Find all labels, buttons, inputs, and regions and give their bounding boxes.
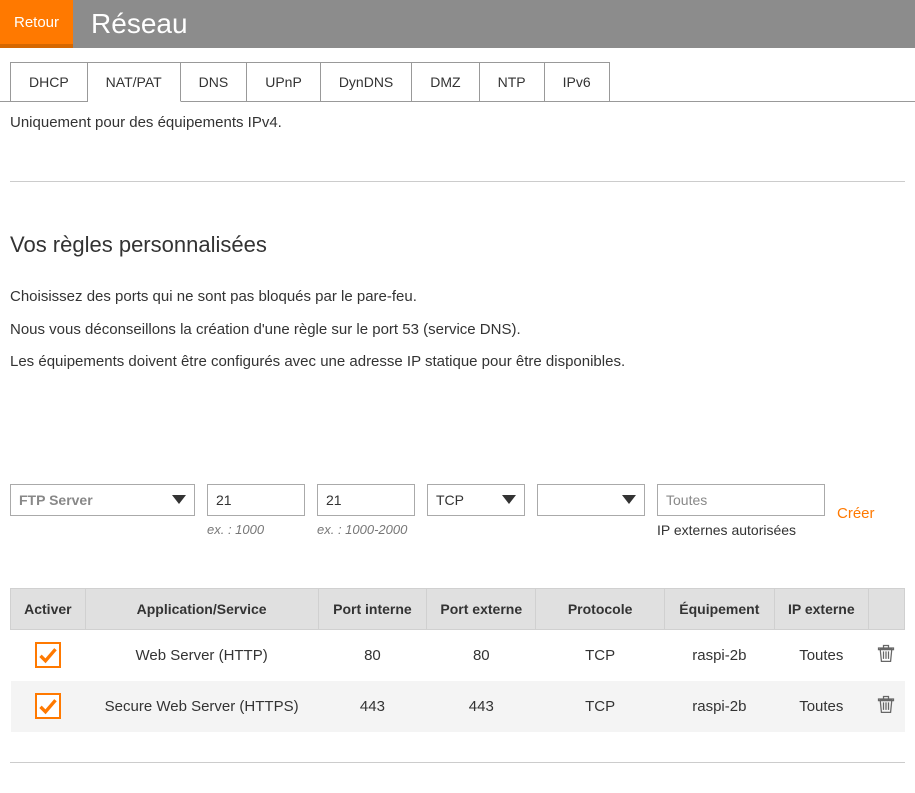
- tab-ipv6[interactable]: IPv6: [545, 62, 610, 102]
- rules-table: Activer Application/Service Port interne…: [10, 588, 905, 732]
- check-icon: [38, 645, 58, 665]
- app-service-value: FTP Server: [19, 492, 93, 508]
- divider: [10, 181, 905, 182]
- ip-external-label: IP externes autorisées: [657, 522, 825, 538]
- chevron-down-icon: [622, 495, 636, 504]
- ipv4-note: Uniquement pour des équipements IPv4.: [10, 114, 905, 131]
- cell-port-int: 80: [318, 629, 427, 681]
- port-external-hint: ex. : 1000-2000: [317, 522, 415, 537]
- table-row: Secure Web Server (HTTPS) 443 443 TCP ra…: [11, 681, 905, 732]
- tab-dhcp[interactable]: DHCP: [10, 62, 88, 102]
- cell-equipment: raspi-2b: [665, 681, 775, 732]
- col-port-int: Port interne: [318, 588, 427, 629]
- cell-app: Web Server (HTTP): [85, 629, 318, 681]
- tab-upnp[interactable]: UPnP: [247, 62, 321, 102]
- rule-form: FTP Server ex. : 1000 ex. : 1000-2000 TC…: [10, 484, 905, 538]
- activate-checkbox[interactable]: [35, 642, 61, 668]
- cell-ip-ext: Toutes: [774, 681, 868, 732]
- col-port-ext: Port externe: [427, 588, 536, 629]
- port-internal-hint: ex. : 1000: [207, 522, 305, 537]
- col-equipment: Équipement: [665, 588, 775, 629]
- protocol-dropdown[interactable]: TCP: [427, 484, 525, 516]
- page-title: Réseau: [73, 0, 188, 48]
- cell-app: Secure Web Server (HTTPS): [85, 681, 318, 732]
- cell-port-ext: 80: [427, 629, 536, 681]
- section-title: Vos règles personnalisées: [10, 232, 905, 258]
- col-activate: Activer: [11, 588, 86, 629]
- app-service-dropdown[interactable]: FTP Server: [10, 484, 195, 516]
- cell-protocol: TCP: [536, 681, 665, 732]
- cell-port-int: 443: [318, 681, 427, 732]
- help-text-2: Nous vous déconseillons la création d'un…: [10, 319, 905, 342]
- tab-dns[interactable]: DNS: [181, 62, 248, 102]
- col-ip-ext: IP externe: [774, 588, 868, 629]
- cell-ip-ext: Toutes: [774, 629, 868, 681]
- trash-icon: [876, 642, 896, 664]
- tab-natpat[interactable]: NAT/PAT: [88, 62, 181, 102]
- tab-dyndns[interactable]: DynDNS: [321, 62, 412, 102]
- col-app: Application/Service: [85, 588, 318, 629]
- create-button[interactable]: Créer: [837, 499, 875, 522]
- cell-port-ext: 443: [427, 681, 536, 732]
- cell-equipment: raspi-2b: [665, 629, 775, 681]
- protocol-value: TCP: [436, 492, 464, 508]
- port-external-input[interactable]: [317, 484, 415, 516]
- trash-icon: [876, 693, 896, 715]
- back-button[interactable]: Retour: [0, 0, 73, 48]
- port-internal-input[interactable]: [207, 484, 305, 516]
- tab-dmz[interactable]: DMZ: [412, 62, 479, 102]
- col-actions: [868, 588, 904, 629]
- delete-button[interactable]: [876, 693, 896, 715]
- chevron-down-icon: [502, 495, 516, 504]
- tab-bar: DHCP NAT/PAT DNS UPnP DynDNS DMZ NTP IPv…: [10, 62, 915, 102]
- tab-ntp[interactable]: NTP: [480, 62, 545, 102]
- chevron-down-icon: [172, 495, 186, 504]
- cell-protocol: TCP: [536, 629, 665, 681]
- ip-external-input[interactable]: [657, 484, 825, 516]
- divider: [10, 762, 905, 763]
- col-protocol: Protocole: [536, 588, 665, 629]
- help-text-1: Choisissez des ports qui ne sont pas blo…: [10, 286, 905, 309]
- equipment-dropdown[interactable]: [537, 484, 645, 516]
- delete-button[interactable]: [876, 642, 896, 664]
- help-text-3: Les équipements doivent être configurés …: [10, 351, 905, 374]
- table-row: Web Server (HTTP) 80 80 TCP raspi-2b Tou…: [11, 629, 905, 681]
